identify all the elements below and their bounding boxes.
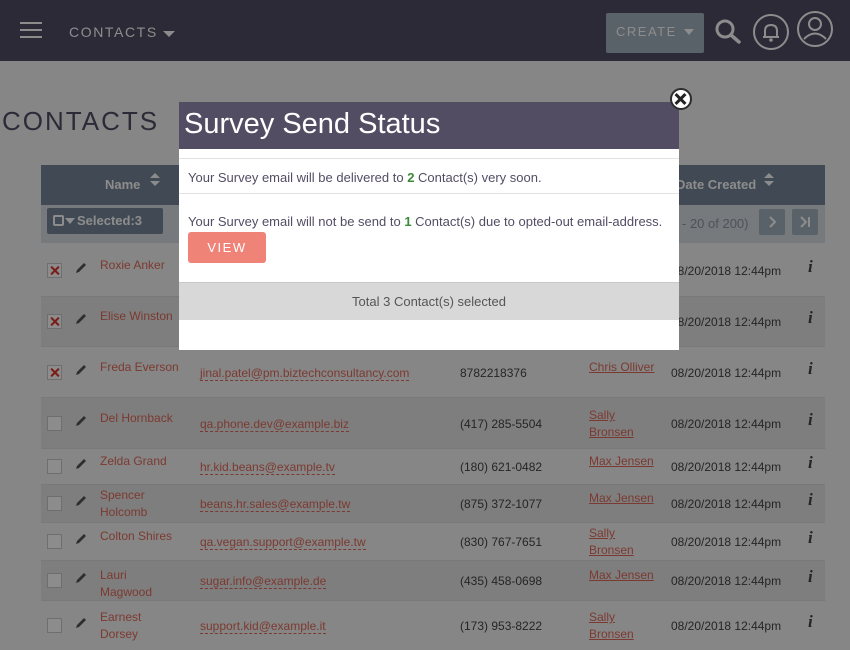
total-selected: Total 3 Contact(s) selected	[179, 282, 679, 320]
message-text: Contact(s) due to opted-out email-addres…	[411, 214, 663, 229]
view-button[interactable]: VIEW	[188, 232, 266, 263]
survey-send-status-dialog: Survey Send Status Your Survey email wil…	[179, 102, 679, 350]
dialog-title: Survey Send Status	[179, 102, 679, 149]
opted-out-count: 1	[404, 214, 412, 229]
delivered-message: Your Survey email will be delivered to 2…	[179, 158, 679, 194]
message-text: Your Survey email will be delivered to	[188, 170, 408, 185]
opted-out-message: Your Survey email will not be send to 1 …	[188, 214, 662, 229]
close-icon[interactable]	[670, 88, 692, 110]
message-text: Your Survey email will not be send to	[188, 214, 405, 229]
message-text: Contact(s) very soon.	[414, 170, 542, 185]
